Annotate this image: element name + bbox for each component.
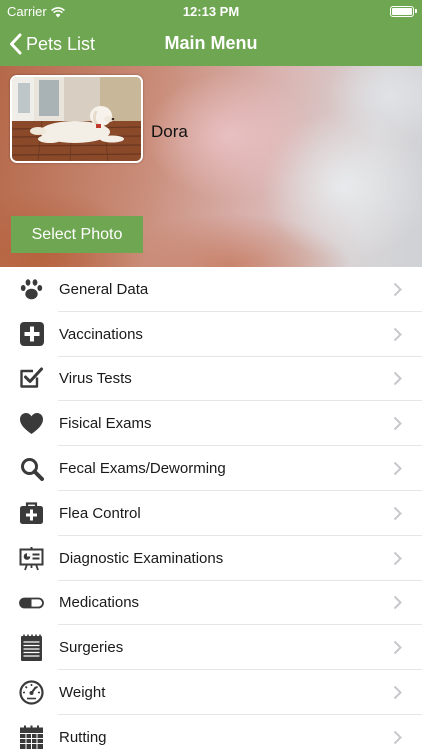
menu-item-virus-tests[interactable]: Virus Tests: [0, 357, 422, 402]
menu-item-rutting[interactable]: Rutting: [0, 715, 422, 750]
status-bar: Carrier 12:13 PM: [0, 0, 422, 22]
menu-item-vaccinations[interactable]: Vaccinations: [0, 312, 422, 357]
chevron-right-icon: [393, 596, 402, 610]
chevron-right-icon: [393, 282, 402, 297]
chevron-right-icon: [393, 730, 402, 745]
checkbox-icon: [19, 366, 44, 391]
pet-header: Dora Select Photo: [0, 66, 422, 267]
navigation-bar: Carrier 12:13 PM Pets List Main Menu: [0, 0, 422, 66]
menu-item-label: Flea Control: [59, 504, 141, 522]
menu-item-label: Surgeries: [59, 639, 124, 657]
first-aid-kit-icon: [19, 501, 44, 526]
menu-item-label: Virus Tests: [59, 370, 132, 388]
main-menu-list: General Data Vaccinations Virus Tests Fi…: [0, 267, 422, 750]
menu-item-label: Vaccinations: [59, 325, 143, 343]
menu-item-label: Medications: [59, 594, 140, 612]
paw-icon: [19, 277, 44, 302]
heart-icon: [19, 411, 44, 436]
menu-item-label: Fecal Exams/Deworming: [59, 460, 226, 478]
chevron-right-icon: [393, 372, 402, 386]
gauge-icon: [19, 680, 44, 705]
menu-item-flea-control[interactable]: Flea Control: [0, 491, 422, 536]
menu-item-diagnostic-examinations[interactable]: Diagnostic Examinations: [0, 536, 422, 581]
menu-item-label: Diagnostic Examinations: [59, 549, 224, 567]
chevron-right-icon: [393, 327, 402, 341]
status-time: 12:13 PM: [182, 4, 240, 19]
chevron-right-icon: [393, 641, 402, 655]
menu-item-general-data[interactable]: General Data: [0, 267, 422, 312]
chevron-right-icon: [393, 551, 402, 565]
menu-item-label: General Data: [59, 280, 149, 298]
notepad-icon: [19, 634, 44, 661]
chevron-right-icon: [393, 417, 402, 431]
menu-item-surgeries[interactable]: Surgeries: [0, 625, 422, 671]
menu-item-label: Fisical Exams: [59, 415, 152, 433]
pill-capsule-icon: [19, 590, 44, 615]
battery-icon: [390, 6, 417, 17]
medical-cross-icon: [19, 322, 44, 347]
nav-row: Pets List Main Menu: [0, 22, 422, 66]
menu-item-label: Weight: [59, 684, 106, 702]
menu-item-label: Rutting: [59, 728, 107, 746]
calendar-icon: [19, 725, 44, 750]
page-title: Main Menu: [164, 33, 258, 53]
presentation-board-icon: [19, 546, 44, 571]
select-photo-button[interactable]: Select Photo: [11, 216, 143, 253]
menu-item-fecal-exams-deworming[interactable]: Fecal Exams/Deworming: [0, 446, 422, 491]
magnifier-icon: [19, 456, 44, 481]
pet-photo[interactable]: [10, 75, 143, 163]
menu-item-fisical-exams[interactable]: Fisical Exams: [0, 401, 422, 447]
menu-item-weight[interactable]: Weight: [0, 670, 422, 715]
chevron-right-icon: [393, 506, 402, 521]
pet-name: Dora: [151, 122, 188, 141]
chevron-right-icon: [393, 685, 402, 700]
menu-item-medications[interactable]: Medications: [0, 581, 422, 626]
chevron-right-icon: [393, 461, 402, 476]
